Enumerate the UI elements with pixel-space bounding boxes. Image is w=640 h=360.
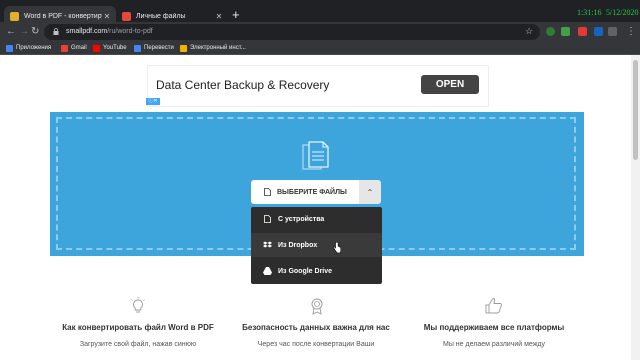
feature-title: Мы поддерживаем все платформы <box>423 323 565 332</box>
menu-item-from-device[interactable]: С устройства <box>251 207 382 231</box>
pdf-extension-icon[interactable] <box>578 27 587 36</box>
forward-button[interactable]: → <box>19 26 29 38</box>
apps-icon <box>6 44 13 52</box>
thumbs-up-icon <box>485 298 502 314</box>
close-tab-icon[interactable]: ✕ <box>102 12 112 21</box>
bookmark-youtube[interactable]: YouTube <box>93 42 127 54</box>
smallpdf-favicon-icon <box>10 12 19 21</box>
close-tab-icon[interactable]: ✕ <box>214 12 224 21</box>
back-button[interactable]: ← <box>6 26 16 38</box>
menu-item-from-dropbox[interactable]: Из Dropbox <box>251 233 382 257</box>
file-icon <box>263 215 272 224</box>
new-tab-button[interactable]: + <box>232 8 240 21</box>
choose-files-button[interactable]: ВЫБЕРИТЕ ФАЙЛЫ <box>251 180 359 204</box>
hand-cursor-icon <box>333 242 341 254</box>
ad-headline[interactable]: Data Center Backup & Recovery <box>156 78 329 92</box>
extension-icon[interactable] <box>561 27 570 36</box>
dropbox-icon <box>263 241 272 250</box>
adchoices-icon[interactable]: ⓘ✕ <box>146 98 160 105</box>
google-drive-icon <box>263 267 272 276</box>
extension-icon[interactable] <box>546 27 555 36</box>
bookmark-label: Электронный инст... <box>190 45 246 51</box>
clock-time: 1:31:16 <box>577 8 602 17</box>
feature-text: Загрузите свой файл, нажав синюю <box>79 341 197 348</box>
clock-date: 5/12/2020 <box>606 8 639 17</box>
bookmark-apps[interactable]: Приложения <box>6 42 51 54</box>
menu-item-from-google-drive[interactable]: Из Google Drive <box>251 259 382 283</box>
bookmark-electronic[interactable]: Электронный инст... <box>180 42 246 54</box>
smallpdf-favicon-icon <box>122 12 131 21</box>
choose-files-label: ВЫБЕРИТЕ ФАЙЛЫ <box>277 188 347 196</box>
feature-text: Мы не делаем различий между <box>442 341 546 348</box>
bookmark-icon <box>180 44 187 52</box>
badge-icon <box>311 298 323 315</box>
documents-icon <box>302 141 329 170</box>
menu-item-label: С устройства <box>278 215 325 223</box>
translate-icon <box>134 44 141 52</box>
file-icon <box>264 188 271 196</box>
chevron-up-icon: ⌃ <box>366 187 374 197</box>
feature-title: Безопасность данных важна для нас <box>242 323 390 332</box>
url-path: /ru/word-to-pdf <box>107 28 153 35</box>
bookmark-star-icon[interactable]: ☆ <box>525 26 533 37</box>
bookmark-label: Перевести <box>144 45 174 51</box>
tab-title: Личные файлы <box>136 13 186 20</box>
tab-title: Word в PDF - конвертируйте D <box>24 13 102 20</box>
scrollbar-thumb[interactable] <box>633 60 638 160</box>
reload-button[interactable]: ↻ <box>31 26 39 38</box>
bookmark-label: YouTube <box>103 45 127 51</box>
lightbulb-icon <box>131 297 145 313</box>
choose-files-dropdown-toggle[interactable]: ⌃ <box>359 180 381 204</box>
gmail-icon <box>61 44 68 52</box>
lock-icon <box>53 28 59 35</box>
menu-item-label: Из Dropbox <box>278 241 318 249</box>
url-text[interactable]: smallpdf.com/ru/word-to-pdf <box>66 28 153 35</box>
bookmark-translate[interactable]: Перевести <box>134 42 174 54</box>
youtube-icon <box>93 44 100 52</box>
extension-icon[interactable] <box>608 27 617 36</box>
menu-item-label: Из Google Drive <box>278 267 333 275</box>
feature-title: Как конвертировать файл Word в PDF <box>62 323 214 332</box>
bookmark-label: Gmail <box>71 45 87 51</box>
feature-text: Через час после конвертации Ваши <box>257 341 375 348</box>
bookmark-gmail[interactable]: Gmail <box>61 42 87 54</box>
url-host: smallpdf.com <box>66 28 108 35</box>
bookmark-label: Приложения <box>16 45 52 51</box>
menu-dots-icon[interactable]: ⋮ <box>626 26 636 38</box>
extension-icon[interactable] <box>594 27 603 36</box>
ad-open-button[interactable]: OPEN <box>421 75 479 94</box>
